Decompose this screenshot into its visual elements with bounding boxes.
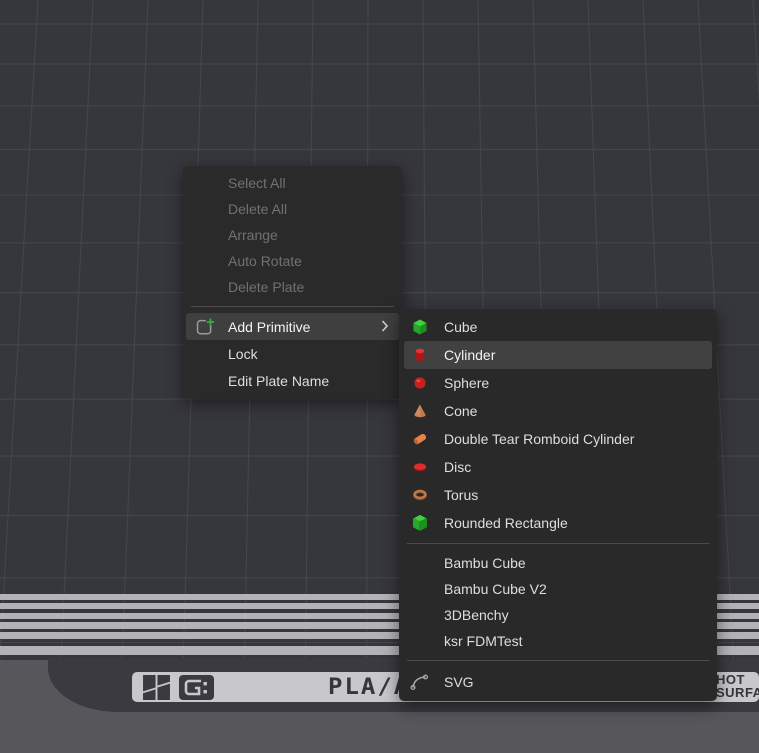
submenu-item-label: 3DBenchy (444, 607, 509, 623)
cube-icon (410, 317, 430, 337)
menu-item-label: Edit Plate Name (228, 373, 329, 389)
cone-icon (410, 401, 430, 421)
menu-item-label: Add Primitive (228, 319, 310, 335)
submenu-item-label: Double Tear Romboid Cylinder (444, 431, 634, 447)
context-menu: Select All Delete All Arrange Auto Rotat… (183, 166, 402, 398)
menu-item-label: Select All (228, 175, 286, 191)
submenu-item-label: Sphere (444, 375, 489, 391)
submenu-item-svg[interactable]: SVG (399, 667, 717, 697)
submenu-item-label: Cube (444, 319, 477, 335)
submenu-item-label: Bambu Cube V2 (444, 581, 547, 597)
disc-icon (410, 457, 430, 477)
torus-icon (410, 485, 430, 505)
menu-item-delete-all[interactable]: Delete All (183, 196, 402, 222)
submenu-item-label: Cylinder (444, 347, 495, 363)
romboid-cylinder-icon (410, 429, 430, 449)
menu-item-lock[interactable]: Lock (183, 340, 402, 367)
menu-item-auto-rotate[interactable]: Auto Rotate (183, 248, 402, 274)
sphere-icon (410, 373, 430, 393)
submenu-item-sphere[interactable]: Sphere (399, 369, 717, 397)
submenu-item-cube[interactable]: Cube (399, 313, 717, 341)
submenu-item-bambu-cube[interactable]: Bambu Cube (399, 550, 717, 576)
submenu-item-cylinder[interactable]: Cylinder (404, 341, 712, 369)
menu-item-edit-plate-name[interactable]: Edit Plate Name (183, 367, 402, 394)
submenu-item-rounded-rectangle[interactable]: Rounded Rectangle (399, 509, 717, 537)
menu-item-label: Lock (228, 346, 258, 362)
submenu-item-3dbenchy[interactable]: 3DBenchy (399, 602, 717, 628)
submenu-item-bambu-cube-v2[interactable]: Bambu Cube V2 (399, 576, 717, 602)
menu-separator (191, 306, 394, 307)
plate-brand-logo-icon (179, 675, 214, 705)
add-primitive-icon (194, 316, 216, 338)
submenu-item-double-tear-romboid-cylinder[interactable]: Double Tear Romboid Cylinder (399, 425, 717, 453)
hot-surface-warning-text: HOT SURFACE (716, 673, 759, 699)
submenu-item-ksr-fdmtest[interactable]: ksr FDMTest (399, 628, 717, 654)
add-primitive-submenu: Cube Cylinder Sphere Cone (399, 309, 717, 701)
menu-item-label: Delete Plate (228, 279, 304, 295)
submenu-item-torus[interactable]: Torus (399, 481, 717, 509)
submenu-separator (407, 543, 709, 544)
menu-item-arrange[interactable]: Arrange (183, 222, 402, 248)
menu-item-add-primitive[interactable]: Add Primitive (186, 313, 399, 340)
submenu-item-cone[interactable]: Cone (399, 397, 717, 425)
menu-item-select-all[interactable]: Select All (183, 170, 402, 196)
submenu-item-label: Torus (444, 487, 478, 503)
menu-item-delete-plate[interactable]: Delete Plate (183, 274, 402, 300)
bezier-curve-icon (410, 672, 430, 692)
submenu-item-label: Cone (444, 403, 477, 419)
bambu-lab-logo-icon (143, 675, 170, 705)
menu-item-label: Delete All (228, 201, 287, 217)
submenu-item-label: Bambu Cube (444, 555, 526, 571)
submenu-item-label: Disc (444, 459, 471, 475)
submenu-item-disc[interactable]: Disc (399, 453, 717, 481)
submenu-separator (407, 660, 709, 661)
menu-item-label: Auto Rotate (228, 253, 302, 269)
rounded-rectangle-icon (410, 513, 430, 533)
submenu-item-label: ksr FDMTest (444, 633, 523, 649)
menu-item-label: Arrange (228, 227, 278, 243)
cylinder-icon (410, 345, 430, 365)
submenu-item-label: Rounded Rectangle (444, 515, 568, 531)
submenu-arrow-icon (381, 319, 388, 335)
submenu-item-label: SVG (444, 674, 474, 690)
